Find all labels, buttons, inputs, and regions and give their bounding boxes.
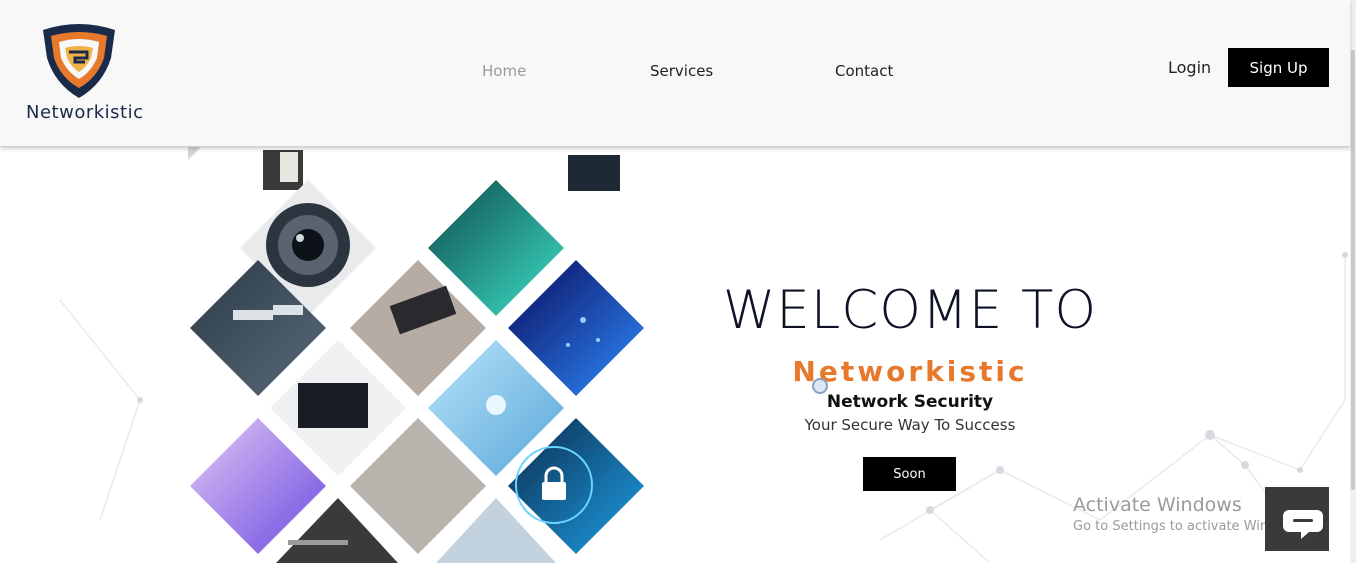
monitor-screen bbox=[568, 155, 620, 191]
nav-home[interactable]: Home bbox=[482, 62, 526, 80]
mouse-cursor-indicator bbox=[812, 378, 828, 394]
scrollbar-thumb[interactable] bbox=[1351, 50, 1355, 490]
page-scrollbar[interactable] bbox=[1350, 0, 1356, 563]
nav-contact[interactable]: Contact bbox=[835, 62, 893, 80]
welcome-heading: WELCOME TO bbox=[722, 280, 1098, 341]
nav-services[interactable]: Services bbox=[650, 62, 713, 80]
soon-button[interactable]: Soon bbox=[863, 457, 956, 491]
hero-subtitle: Your Secure Way To Success bbox=[804, 416, 1016, 434]
sign-up-button[interactable]: Sign Up bbox=[1228, 48, 1329, 87]
hero-tagline: Network Security bbox=[826, 392, 994, 412]
chat-button[interactable] bbox=[1265, 487, 1329, 551]
site-header: Networkistic Home Services Contact Login… bbox=[0, 0, 1350, 147]
logo[interactable]: Networkistic bbox=[22, 20, 147, 130]
shield-logo-icon bbox=[43, 24, 115, 98]
hero-section: WELCOME TO Networkistic Network Security… bbox=[700, 280, 1120, 434]
logo-text: Networkistic bbox=[26, 102, 144, 123]
hero-brand-name: Networkistic bbox=[792, 355, 1028, 388]
chat-bubble-icon bbox=[1283, 510, 1323, 539]
login-link[interactable]: Login bbox=[1168, 58, 1211, 77]
